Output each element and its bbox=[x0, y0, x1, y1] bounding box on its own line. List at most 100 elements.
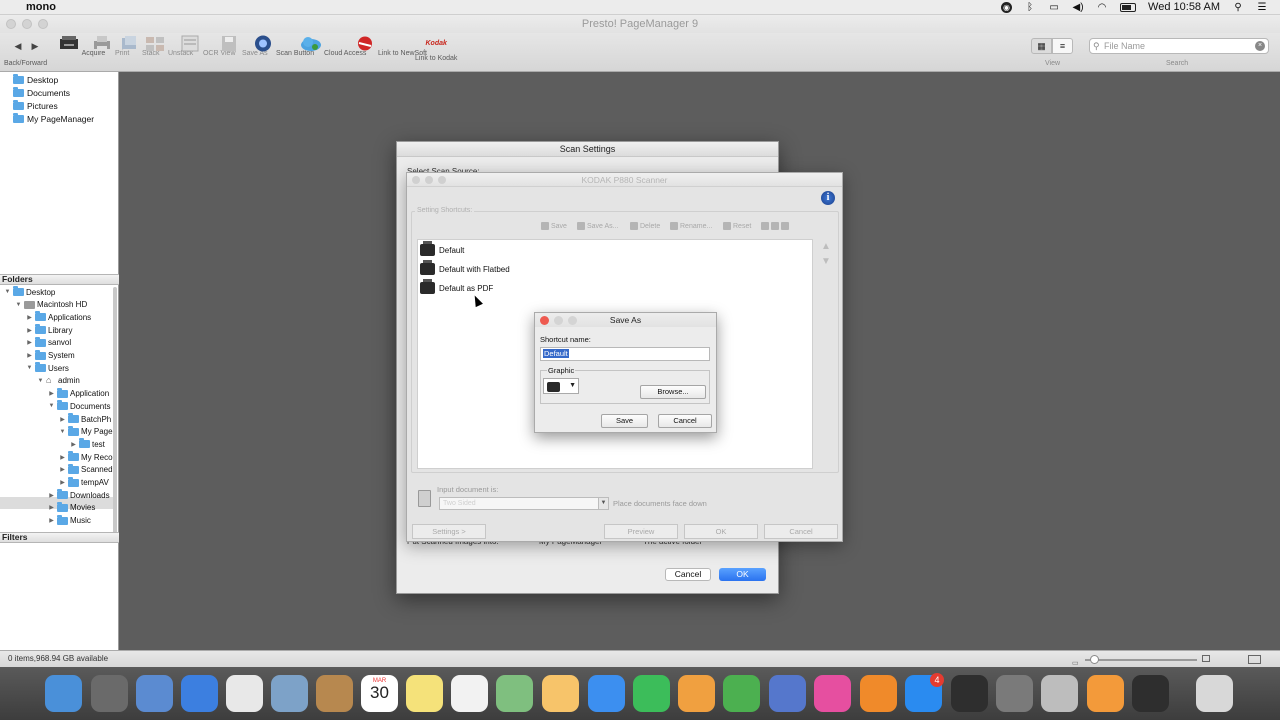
disclosure-closed-icon[interactable]: ▶ bbox=[59, 454, 66, 461]
tree-item[interactable]: ▼ Documents bbox=[48, 400, 110, 412]
dock-finder-icon[interactable] bbox=[45, 675, 82, 712]
search-input[interactable]: ⚲ File Name × bbox=[1089, 38, 1269, 54]
favorite-pictures[interactable]: Pictures bbox=[13, 100, 58, 111]
status-menu-icon[interactable]: ◉ bbox=[1001, 1, 1013, 13]
shortcut-delete-button[interactable]: Delete bbox=[630, 222, 660, 230]
tree-item[interactable]: ▶ My Reco bbox=[59, 451, 113, 463]
forward-icon[interactable]: ▶ bbox=[28, 39, 42, 53]
disclosure-closed-icon[interactable]: ▶ bbox=[48, 492, 55, 499]
kodak-zoom-button[interactable] bbox=[438, 176, 446, 184]
input-document-select[interactable]: Two Sided ▼ bbox=[439, 497, 609, 510]
disclosure-open-icon[interactable]: ▼ bbox=[37, 378, 44, 384]
save-button[interactable]: Save bbox=[601, 414, 648, 428]
zoom-slider[interactable] bbox=[1085, 659, 1197, 661]
minimize-window-button[interactable] bbox=[22, 19, 32, 29]
disclosure-closed-icon[interactable]: ▶ bbox=[26, 327, 33, 334]
shortcut-name-field[interactable]: Default bbox=[540, 347, 710, 361]
notification-center-icon[interactable]: ☰ bbox=[1256, 2, 1268, 13]
fit-page-icon[interactable] bbox=[1248, 655, 1261, 664]
graphic-select[interactable]: ▼ bbox=[543, 378, 579, 394]
tree-item[interactable]: ▶ Movies bbox=[48, 501, 95, 514]
info-icon[interactable]: i bbox=[821, 191, 835, 205]
kodak-close-button[interactable] bbox=[412, 176, 420, 184]
dock-pagemanager-icon[interactable] bbox=[1087, 675, 1124, 712]
kodak-preview-button[interactable]: Preview bbox=[604, 524, 678, 539]
bluetooth-icon[interactable]: ᛒ bbox=[1024, 2, 1036, 13]
shortcut-rename-button[interactable]: Rename... bbox=[670, 222, 712, 230]
grid-view-icon[interactable]: ▦ bbox=[1031, 38, 1052, 54]
menubar-clock[interactable]: Wed 10:58 AM bbox=[1148, 1, 1220, 13]
tree-item[interactable]: ▶ Music bbox=[48, 514, 91, 527]
dock-keynote-icon[interactable] bbox=[769, 675, 806, 712]
dock-image-capture-icon[interactable] bbox=[1041, 675, 1078, 712]
close-window-button[interactable] bbox=[6, 19, 16, 29]
back-icon[interactable]: ◀ bbox=[11, 39, 25, 53]
tree-item[interactable]: ▼ Users bbox=[26, 362, 69, 374]
disclosure-open-icon[interactable]: ▼ bbox=[4, 289, 11, 295]
scan-settings-cancel-button[interactable]: Cancel bbox=[665, 568, 711, 581]
display-mirror-icon[interactable]: ▭ bbox=[1048, 2, 1060, 13]
tree-item[interactable]: ▼ ⌂ admin bbox=[37, 375, 80, 387]
save-as-minimize-button[interactable] bbox=[554, 316, 563, 325]
kodak-ok-button[interactable]: OK bbox=[684, 524, 758, 539]
dock-trash-icon[interactable] bbox=[1196, 675, 1233, 712]
tree-item[interactable]: ▶ tempAV bbox=[59, 476, 109, 489]
kodak-minimize-button[interactable] bbox=[425, 176, 433, 184]
tree-item[interactable]: ▼ Macintosh HD bbox=[15, 299, 88, 311]
zoom-window-button[interactable] bbox=[38, 19, 48, 29]
favorite-desktop[interactable]: Desktop bbox=[13, 74, 58, 85]
battery-icon[interactable] bbox=[1120, 2, 1137, 12]
volume-icon[interactable]: ◀) bbox=[1072, 2, 1084, 13]
tree-item[interactable]: ▶ sanvol bbox=[26, 336, 71, 349]
favorite-my-pagemanager[interactable]: My PageManager bbox=[13, 113, 94, 124]
dock-contacts-icon[interactable] bbox=[316, 675, 353, 712]
disclosure-closed-icon[interactable]: ▶ bbox=[26, 339, 33, 346]
spotlight-icon[interactable]: ⚲ bbox=[1232, 2, 1244, 13]
disclosure-open-icon[interactable]: ▼ bbox=[59, 429, 66, 435]
toolbar-link-kodak[interactable]: Kodak Link to Kodak bbox=[415, 35, 457, 62]
clear-search-icon[interactable]: × bbox=[1255, 41, 1265, 51]
dock-messages-icon[interactable] bbox=[588, 675, 625, 712]
disclosure-closed-icon[interactable]: ▶ bbox=[48, 517, 55, 524]
save-as-zoom-button[interactable] bbox=[568, 316, 577, 325]
move-up-icon[interactable]: ▲ bbox=[821, 241, 831, 252]
toolbar-back-forward[interactable]: Back/Forward bbox=[4, 60, 47, 67]
disclosure-closed-icon[interactable]: ▶ bbox=[48, 390, 55, 397]
shortcut-reset-button[interactable]: Reset bbox=[723, 222, 751, 230]
dock-reminders-icon[interactable] bbox=[451, 675, 488, 712]
shortcut-save-button[interactable]: Save bbox=[541, 222, 567, 230]
zoom-slider-knob[interactable] bbox=[1090, 655, 1099, 664]
disclosure-closed-icon[interactable]: ▶ bbox=[26, 352, 33, 359]
dock-ibooks-icon[interactable] bbox=[860, 675, 897, 712]
zoom-in-icon[interactable] bbox=[1202, 655, 1210, 662]
dock-system-preferences-icon[interactable] bbox=[996, 675, 1033, 712]
shortcut-item-default[interactable]: Default bbox=[420, 241, 464, 256]
tree-item[interactable]: ▶ Downloads bbox=[48, 489, 110, 501]
cancel-button[interactable]: Cancel bbox=[658, 414, 712, 428]
kodak-settings-button[interactable]: Settings > bbox=[412, 524, 486, 539]
disclosure-closed-icon[interactable]: ▶ bbox=[59, 416, 66, 423]
dock-launchpad-icon[interactable] bbox=[91, 675, 128, 712]
shortcut-extra-buttons[interactable] bbox=[761, 222, 789, 230]
dock-maps-icon[interactable] bbox=[496, 675, 533, 712]
app-menu-name[interactable]: mono bbox=[26, 1, 56, 13]
scan-settings-ok-button[interactable]: OK bbox=[719, 568, 766, 581]
tree-scrollbar[interactable] bbox=[113, 287, 117, 542]
shortcut-item-pdf[interactable]: Default as PDF bbox=[420, 279, 493, 294]
list-view-icon[interactable]: ≡ bbox=[1052, 38, 1073, 54]
tree-item[interactable]: ▶ System bbox=[26, 349, 75, 362]
dock-itunes-icon[interactable] bbox=[814, 675, 851, 712]
disclosure-closed-icon[interactable]: ▶ bbox=[26, 314, 33, 321]
move-down-icon[interactable]: ▼ bbox=[821, 256, 831, 267]
dock-facetime-icon[interactable] bbox=[633, 675, 670, 712]
favorite-documents[interactable]: Documents bbox=[13, 87, 70, 98]
dock-scanner-icon[interactable] bbox=[1132, 675, 1169, 712]
dock-mail-scanner-icon[interactable] bbox=[271, 675, 308, 712]
tree-item[interactable]: ▶ BatchPh bbox=[59, 413, 111, 425]
dock-safari-icon[interactable] bbox=[181, 675, 218, 712]
dock-preview-icon[interactable] bbox=[136, 675, 173, 712]
disclosure-open-icon[interactable]: ▼ bbox=[26, 365, 33, 371]
tree-item[interactable]: ▶ Scanned bbox=[59, 463, 113, 476]
dock-pages-icon[interactable] bbox=[678, 675, 715, 712]
dock-notes-icon[interactable] bbox=[406, 675, 443, 712]
